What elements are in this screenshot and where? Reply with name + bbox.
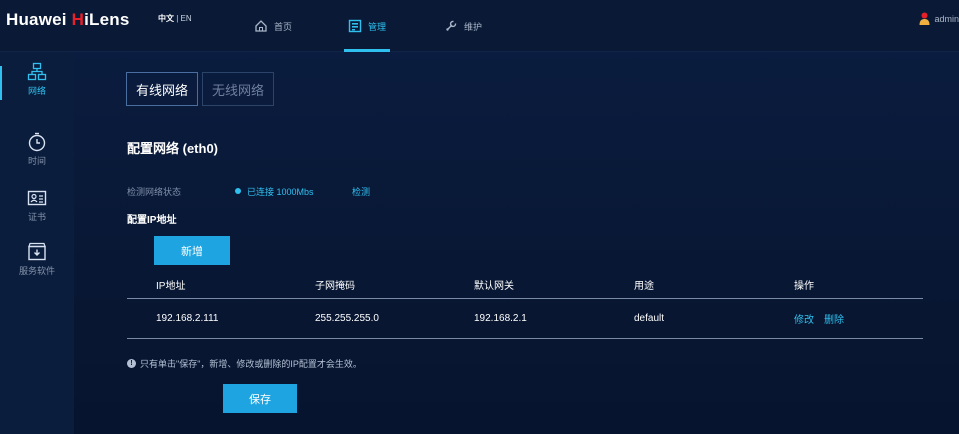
- config-ip-label: 配置IP地址: [127, 215, 177, 226]
- network-tabs: 有线网络 无线网络: [126, 72, 275, 106]
- sidebar-item-certificate[interactable]: 证书: [0, 182, 74, 232]
- user-name: admin: [934, 13, 959, 24]
- info-icon: !: [127, 359, 136, 368]
- top-bar: Huawei HiLens 中文 | EN 首页 管理 维护 admin: [0, 0, 959, 52]
- ip-table: IP地址 子网掩码 默认网关 用途 操作 192.168.2.111 255.2…: [127, 271, 923, 339]
- main-content: 有线网络 无线网络 配置网络 (eth0) 检测网络状态 已连接 1000Mbs…: [74, 52, 959, 434]
- clock-icon: [28, 132, 46, 152]
- sidebar-item-time[interactable]: 时间: [0, 126, 74, 176]
- table-header: IP地址 子网掩码 默认网关 用途 操作: [127, 271, 923, 299]
- tab-wireless-network[interactable]: 无线网络: [202, 72, 275, 106]
- tab-wired-network[interactable]: 有线网络: [126, 72, 199, 106]
- status-indicator-dot: [235, 188, 241, 194]
- hint-message: ! 只有单击"保存"，新增、修改或删除的IP配置才会生效。: [127, 357, 362, 370]
- software-package-icon: [28, 242, 46, 261]
- hint-text: 只有单击"保存"，新增、修改或删除的IP配置才会生效。: [140, 359, 362, 369]
- sidebar: 网络 时间 证书 服务软件: [0, 52, 74, 434]
- nav-manage[interactable]: 管理: [343, 0, 391, 52]
- network-status-value: 已连接 1000Mbs: [247, 187, 314, 197]
- language-switch: 中文 | EN: [158, 13, 192, 24]
- wrench-icon: [446, 20, 457, 31]
- header-usage: 用途: [634, 281, 654, 292]
- sidebar-item-network[interactable]: 网络: [0, 56, 74, 106]
- header-subnet-mask: 子网掩码: [315, 281, 355, 292]
- brand-prefix: Huawei: [6, 10, 72, 29]
- brand-highlight: H: [71, 10, 85, 29]
- sidebar-item-service-software[interactable]: 服务软件: [0, 236, 74, 286]
- detect-link[interactable]: 检测: [352, 185, 370, 198]
- manage-icon: [348, 19, 362, 33]
- sidebar-label-service-software: 服务软件: [18, 266, 55, 276]
- table-row: 192.168.2.111 255.255.255.0 192.168.2.1 …: [127, 299, 923, 339]
- lang-en[interactable]: EN: [181, 14, 192, 23]
- section-title: 配置网络 (eth0): [127, 141, 219, 156]
- sidebar-label-network: 网络: [27, 86, 46, 96]
- header-ip: IP地址: [156, 281, 186, 292]
- network-status-label: 检测网络状态: [127, 187, 182, 197]
- cell-ip: 192.168.2.111: [156, 313, 219, 324]
- network-icon: [27, 62, 47, 81]
- sidebar-label-certificate: 证书: [27, 212, 46, 222]
- cell-actions: 修改 删除: [765, 311, 923, 326]
- brand-logo[interactable]: Huawei HiLens: [6, 10, 130, 30]
- add-ip-button[interactable]: 新增: [154, 236, 230, 265]
- edit-link[interactable]: 修改: [794, 315, 814, 326]
- nav-maintain[interactable]: 维护: [444, 0, 482, 52]
- brand-rest: iLens: [84, 10, 130, 29]
- lang-zh[interactable]: 中文: [158, 14, 174, 23]
- header-gateway: 默认网关: [474, 281, 514, 292]
- home-icon: [255, 20, 267, 32]
- nav-home[interactable]: 首页: [254, 0, 292, 52]
- cell-subnet-mask: 255.255.255.0: [315, 313, 379, 324]
- certificate-icon: [27, 190, 47, 206]
- cell-gateway: 192.168.2.1: [474, 313, 527, 324]
- delete-link[interactable]: 删除: [824, 315, 844, 326]
- user-menu[interactable]: admin: [919, 12, 959, 25]
- cell-usage: default: [634, 313, 665, 324]
- nav-manage-label: 管理: [368, 21, 387, 32]
- user-avatar-icon: [919, 12, 930, 25]
- nav-home-label: 首页: [274, 21, 293, 32]
- save-button[interactable]: 保存: [223, 384, 297, 413]
- sidebar-label-time: 时间: [27, 156, 46, 166]
- nav-maintain-label: 维护: [464, 21, 483, 32]
- header-actions: 操作: [794, 281, 814, 292]
